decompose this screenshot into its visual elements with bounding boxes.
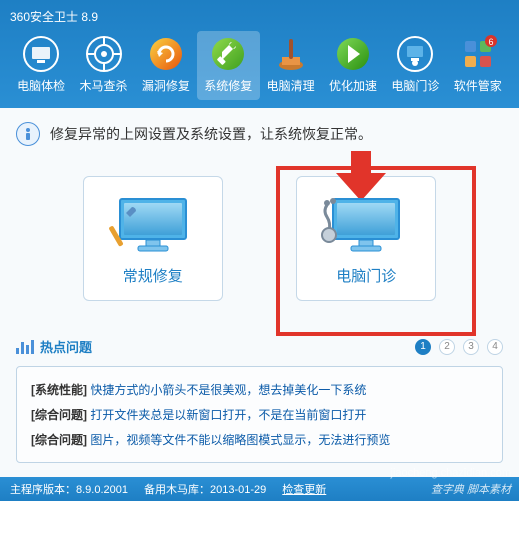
toolbar-label: 电脑门诊: [391, 77, 439, 94]
page-3[interactable]: 3: [463, 339, 479, 355]
hot-category: [系统性能]: [31, 383, 87, 397]
regular-repair-icon: [108, 195, 198, 255]
toolbar-cleanup[interactable]: 电脑清理: [260, 31, 322, 100]
hot-text: 图片，视频等文件不能以缩略图模式显示，无法进行预览: [90, 433, 390, 447]
hot-list: [系统性能] 快捷方式的小箭头不是很美观，想去掉美化一下系统 [综合问题] 打开…: [16, 366, 503, 463]
status-bar: 主程序版本：8.9.0.2001 备用木马库：2013-01-29 检查更新 j…: [0, 477, 519, 501]
toolbar-label: 电脑体检: [17, 77, 65, 94]
regular-repair-card[interactable]: 常规修复: [83, 176, 223, 301]
toolbar-clinic[interactable]: 电脑门诊: [384, 31, 446, 100]
main-toolbar: 电脑体检 木马查杀 漏洞修复 系统修复 电脑清理: [10, 31, 509, 108]
info-icon: [16, 122, 40, 146]
toolbar-label: 漏洞修复: [142, 77, 190, 94]
db-info: 备用木马库：2013-01-29: [144, 481, 266, 497]
toolbar-software[interactable]: 6 软件管家: [447, 31, 509, 100]
hot-item[interactable]: [综合问题] 图片，视频等文件不能以缩略图模式显示，无法进行预览: [31, 427, 488, 452]
watermark-brand: 查字典 脚本素材: [431, 481, 511, 497]
bars-icon: [16, 340, 34, 354]
toolbar-trojan[interactable]: 木马查杀: [72, 31, 134, 100]
hot-item[interactable]: [综合问题] 打开文件夹总是以新窗口打开，不是在当前窗口打开: [31, 402, 488, 427]
app-title: 360安全卫士 8.9: [10, 6, 509, 31]
clinic-card[interactable]: 电脑门诊: [296, 176, 436, 301]
hot-category: [综合问题]: [31, 408, 87, 422]
toolbar-speedup[interactable]: 优化加速: [322, 31, 384, 100]
info-bar: 修复异常的上网设置及系统设置，让系统恢复正常。: [16, 122, 503, 146]
shield-icon: [85, 35, 123, 73]
toolbar-label: 优化加速: [329, 77, 377, 94]
brush-icon: [272, 35, 310, 73]
toolbar-health-check[interactable]: 电脑体检: [10, 31, 72, 100]
cards-area: 常规修复 电脑门诊: [16, 156, 503, 331]
card-label: 电脑门诊: [336, 265, 396, 286]
hot-title: 热点问题: [16, 337, 92, 356]
refresh-icon: [147, 35, 185, 73]
version-info: 主程序版本：8.9.0.2001: [10, 481, 128, 497]
toolbar-label: 软件管家: [454, 77, 502, 94]
page-1[interactable]: 1: [415, 339, 431, 355]
toolbar-label: 系统修复: [204, 77, 252, 94]
svg-text:6: 6: [488, 37, 493, 47]
page-4[interactable]: 4: [487, 339, 503, 355]
toolbar-label: 木马查杀: [80, 77, 128, 94]
pager: 1 2 3 4: [415, 339, 503, 355]
page-2[interactable]: 2: [439, 339, 455, 355]
hot-item[interactable]: [系统性能] 快捷方式的小箭头不是很美观，想去掉美化一下系统: [31, 377, 488, 402]
hot-category: [综合问题]: [31, 433, 87, 447]
hot-text: 快捷方式的小箭头不是很美观，想去掉美化一下系统: [90, 383, 366, 397]
toolbar-vulnerability[interactable]: 漏洞修复: [135, 31, 197, 100]
card-label: 常规修复: [123, 265, 183, 286]
clinic-card-icon: [321, 195, 411, 255]
hot-title-text: 热点问题: [40, 337, 92, 356]
hot-text: 打开文件夹总是以新窗口打开，不是在当前窗口打开: [90, 408, 366, 422]
monitor-icon: [22, 35, 60, 73]
info-text: 修复异常的上网设置及系统设置，让系统恢复正常。: [50, 124, 372, 144]
clinic-icon: [396, 35, 434, 73]
apps-icon: 6: [459, 35, 497, 73]
toolbar-system-repair[interactable]: 系统修复: [197, 31, 259, 100]
wrench-icon: [209, 35, 247, 73]
speedup-icon: [334, 35, 372, 73]
check-update-link[interactable]: 检查更新: [282, 481, 326, 497]
toolbar-label: 电脑清理: [267, 77, 315, 94]
